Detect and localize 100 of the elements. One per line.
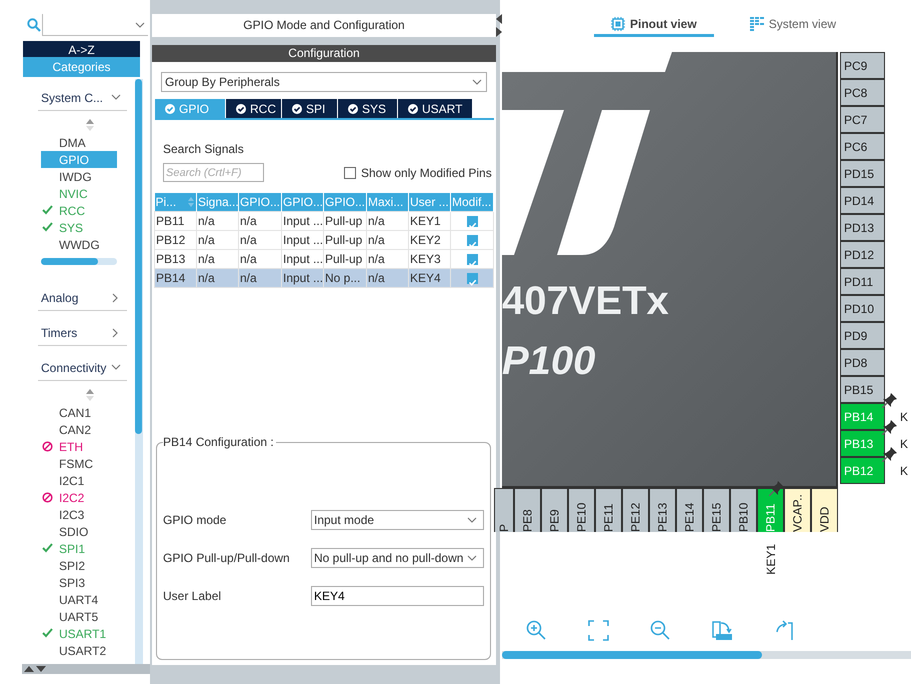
section-header: Configuration — [152, 45, 496, 62]
peripheral-item[interactable]: UART4 — [41, 591, 117, 608]
peripheral-item[interactable]: UART5 — [41, 608, 117, 625]
peripheral-item[interactable]: I2C2 — [41, 489, 117, 506]
peripheral-tab[interactable]: SYS — [338, 99, 398, 118]
check-icon — [42, 543, 53, 554]
pin-signal-label: KEY1 — [762, 544, 778, 575]
category-header[interactable]: Connectivity — [38, 355, 127, 381]
caret-icon — [467, 516, 477, 524]
sort-tab[interactable]: A->Z — [23, 41, 140, 57]
table-cell: KEY1 — [408, 212, 450, 230]
peripheral-item[interactable]: CAN2 — [41, 421, 117, 438]
peripheral-item[interactable]: WWDG — [41, 236, 117, 253]
peripheral-item[interactable]: IWDG — [41, 168, 117, 185]
checkbox[interactable] — [466, 254, 478, 264]
table-cell: KEY2 — [408, 230, 450, 250]
peripheral-item[interactable]: SPI2 — [41, 557, 117, 574]
peripheral-tab[interactable]: USART — [398, 99, 473, 118]
table-cell: PB14 — [154, 268, 196, 288]
peripheral-item[interactable]: CAN1 — [41, 404, 117, 421]
search-label: Search Signals — [163, 141, 245, 158]
table-cell: KEY4 — [408, 268, 450, 288]
checkbox[interactable] — [466, 234, 478, 246]
splitter-arrows-icon[interactable] — [496, 14, 502, 38]
group-title: PB14 Configuration : — [163, 436, 275, 448]
table-cell: n/a — [238, 212, 282, 230]
package-name: P100 — [502, 338, 596, 385]
checkbox[interactable] — [344, 166, 356, 178]
check-circle-icon — [348, 104, 358, 114]
peripheral-item[interactable]: I2C3 — [41, 506, 117, 523]
check-icon — [42, 222, 53, 233]
dropdown[interactable]: No pull-up and no pull-down — [311, 548, 484, 568]
scroll-arrow-icon[interactable] — [86, 119, 94, 131]
category-header[interactable]: System C... — [38, 85, 127, 111]
scrollbar[interactable] — [135, 79, 143, 664]
scroll-arrows-icon[interactable] — [24, 665, 46, 673]
scrollbar[interactable] — [41, 258, 117, 265]
pin-signal-label: K — [900, 462, 908, 480]
peripheral-tab[interactable]: RCC — [226, 99, 282, 118]
peripheral-item[interactable]: SDIO — [41, 523, 117, 540]
part-number: 407VETx — [502, 278, 669, 325]
check-circle-icon — [165, 104, 175, 114]
grid-icon — [750, 17, 764, 31]
rotate-icon[interactable] — [774, 620, 795, 641]
table-cell: n/a — [196, 230, 238, 250]
blocked-icon — [42, 492, 53, 503]
pin-label[interactable]: P — [495, 524, 513, 532]
peripheral-item[interactable]: ETH — [41, 438, 117, 455]
category-header[interactable]: Analog — [38, 285, 127, 311]
table-cell: PB11 — [154, 212, 196, 230]
checkbox-label: Show only Modified Pins — [361, 164, 492, 182]
panel-title: GPIO Mode and Configuration — [152, 14, 496, 37]
field-label: User Label — [163, 588, 222, 605]
check-icon — [42, 205, 53, 216]
chevron-down-icon — [111, 92, 121, 102]
pin-signal-label: K — [900, 408, 908, 426]
checkbox[interactable] — [466, 272, 478, 284]
check-circle-icon — [408, 104, 418, 114]
table-cell: n/a — [238, 268, 282, 288]
table-cell: Input ... — [282, 230, 324, 250]
search-field[interactable]: Search (Crtl+F) — [163, 163, 264, 182]
search-field[interactable] — [42, 14, 148, 36]
caret-icon — [135, 20, 145, 28]
pin-signal-label: K — [900, 436, 908, 452]
table-cell: n/a — [196, 212, 238, 230]
check-icon — [42, 628, 53, 639]
scrollbar[interactable] — [502, 651, 911, 659]
peripheral-item[interactable]: USART2 — [41, 642, 117, 659]
peripheral-item[interactable]: I2C1 — [41, 472, 117, 489]
table-cell: Input ... — [282, 212, 324, 230]
peripheral-item[interactable]: DMA — [41, 134, 117, 151]
caret-icon — [467, 554, 477, 562]
view-tab[interactable]: System view — [732, 14, 854, 37]
zoom-in-icon[interactable] — [526, 620, 547, 641]
category-header[interactable]: Timers — [38, 320, 127, 346]
table-cell: Pull-up — [324, 230, 366, 250]
peripheral-tab[interactable]: SPI — [282, 99, 338, 118]
dropdown[interactable]: Input mode — [311, 510, 484, 530]
field-label: GPIO Pull-up/Pull-down — [163, 550, 291, 567]
table-cell: No p... — [324, 268, 366, 288]
input-field[interactable]: KEY4 — [311, 586, 484, 606]
table-cell: n/a — [238, 230, 282, 250]
peripheral-item[interactable]: SPI3 — [41, 574, 117, 591]
group-by-dropdown[interactable]: Group By Peripherals — [161, 72, 487, 92]
export-icon[interactable] — [712, 620, 733, 641]
zoom-out-icon[interactable] — [650, 620, 671, 641]
caret-icon — [472, 78, 482, 86]
scroll-arrow-icon[interactable] — [86, 389, 94, 401]
chip-icon — [611, 17, 625, 31]
checkbox[interactable] — [466, 216, 478, 226]
peripheral-item[interactable]: FSMC — [41, 455, 117, 472]
table-cell: Pull-up — [324, 212, 366, 230]
table-cell: n/a — [366, 268, 408, 288]
search-icon[interactable] — [27, 18, 41, 32]
table-cell: n/a — [196, 268, 238, 288]
table-cell: n/a — [366, 212, 408, 230]
fit-screen-icon[interactable] — [588, 620, 609, 641]
table-cell: n/a — [366, 230, 408, 250]
view-tab[interactable]: Pinout view — [594, 14, 714, 37]
table-cell: PB12 — [154, 230, 196, 250]
